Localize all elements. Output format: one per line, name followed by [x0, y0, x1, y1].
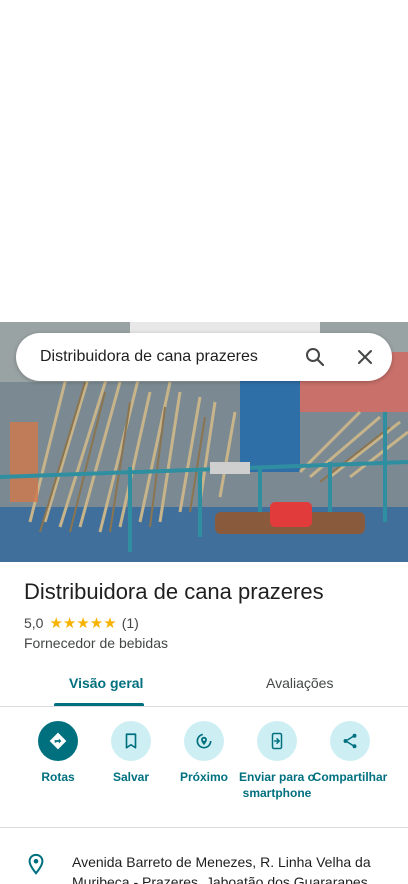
- nearby-icon[interactable]: [184, 721, 224, 761]
- search-query-text[interactable]: Distribuidora de cana prazeres: [40, 348, 258, 366]
- save-button[interactable]: Salvar: [91, 721, 171, 785]
- nearby-button[interactable]: Próximo: [164, 721, 244, 785]
- rating-value: 5,0: [24, 615, 44, 631]
- review-count: (1): [121, 615, 139, 631]
- send-to-phone-button[interactable]: Enviar para o smartphone: [237, 721, 317, 801]
- nearby-label: Próximo: [179, 770, 228, 784]
- share-icon[interactable]: [330, 721, 370, 761]
- place-title: Distribuidora de cana prazeres: [24, 579, 324, 604]
- directions-label: Rotas: [41, 770, 75, 784]
- tab-overview[interactable]: Visão geral: [69, 675, 143, 691]
- share-label: Compartilhar: [312, 770, 388, 784]
- tab-reviews[interactable]: Avaliações: [266, 675, 333, 691]
- directions-icon[interactable]: [38, 721, 78, 761]
- directions-button[interactable]: Rotas: [18, 721, 98, 785]
- close-icon[interactable]: [353, 345, 377, 369]
- search-icon[interactable]: [303, 345, 327, 369]
- actions-divider: [0, 827, 408, 828]
- bookmark-icon[interactable]: [111, 721, 151, 761]
- share-button[interactable]: Compartilhar: [310, 721, 390, 785]
- tabs-divider: [0, 706, 408, 707]
- search-bar[interactable]: Distribuidora de cana prazeres: [16, 333, 392, 381]
- save-label: Salvar: [112, 770, 150, 784]
- send-to-phone-label: Enviar para o smartphone: [238, 770, 316, 800]
- rating-row[interactable]: 5,0 ★★★★★ (1): [24, 614, 139, 632]
- send-to-phone-icon[interactable]: [257, 721, 297, 761]
- map-blank-area: [0, 0, 408, 322]
- rating-stars-icon: ★★★★★: [49, 615, 117, 632]
- location-pin-icon: [25, 852, 47, 876]
- address-text[interactable]: Avenida Barreto de Menezes, R. Linha Vel…: [72, 852, 390, 884]
- place-category[interactable]: Fornecedor de bebidas: [24, 635, 168, 651]
